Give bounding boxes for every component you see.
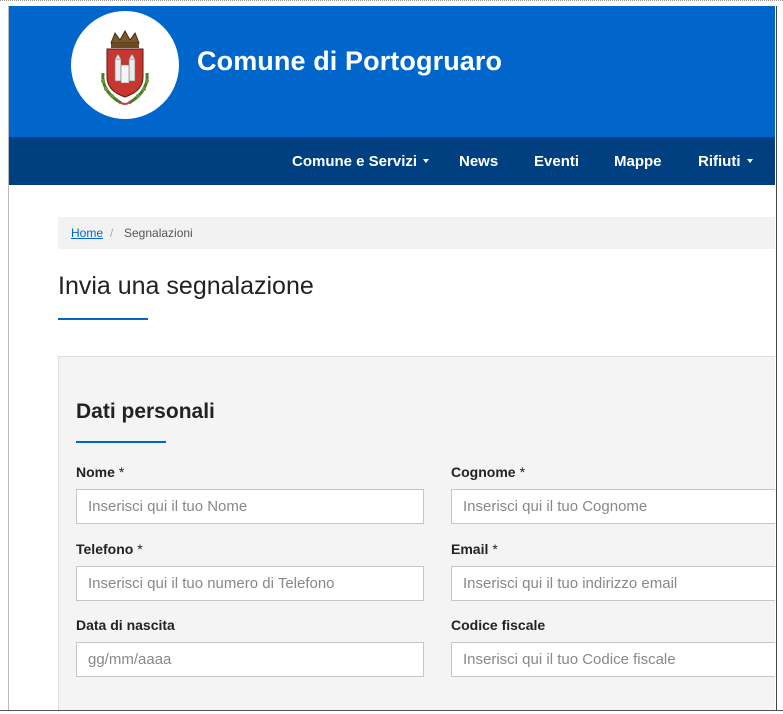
required-marker: * [118, 464, 125, 480]
email-input[interactable] [451, 566, 775, 601]
codice-fiscale-input[interactable] [451, 642, 775, 677]
personal-data-form: Dati personali Nome* Cognome* Telefono* … [58, 356, 775, 710]
title-underline [58, 318, 148, 320]
section-title: Dati personali [76, 400, 215, 423]
nav-item-label: Comune e Servizi [292, 153, 418, 170]
email-label: Email * [451, 541, 498, 557]
caret-down-icon [423, 159, 430, 164]
section-underline [76, 441, 166, 443]
data-nascita-label: Data di nascita [76, 617, 175, 633]
municipality-logo[interactable] [71, 11, 179, 119]
required-marker: * [137, 541, 143, 557]
nav-item-comune-e-servizi[interactable]: Comune e Servizi [292, 153, 430, 170]
screenshot-bottom-edge [0, 710, 783, 714]
required-marker: * [519, 464, 526, 480]
cognome-label-text: Cognome [451, 464, 516, 480]
cognome-input[interactable] [451, 489, 775, 524]
nav-item-label: News [459, 153, 499, 170]
browser-viewport: Comune di Portogruaro Comune e Servizi N… [8, 6, 775, 710]
nav-item-label: Eventi [534, 153, 580, 170]
screenshot-right-edge [776, 6, 777, 710]
caret-down-icon [746, 159, 753, 164]
nome-label: Nome * [76, 464, 124, 480]
nav-item-eventi[interactable]: Eventi [534, 153, 579, 170]
codice-fiscale-label: Codice fiscale [451, 617, 545, 633]
breadcrumb-separator: / [110, 226, 114, 240]
site-title[interactable]: Comune di Portogruaro [197, 46, 502, 77]
telefono-input[interactable] [76, 566, 424, 601]
required-marker: * [492, 541, 498, 557]
email-label-text: Email [451, 541, 489, 557]
site-header: Comune di Portogruaro [9, 6, 775, 137]
codice-fiscale-label-text: Codice fiscale [451, 617, 546, 633]
nome-input[interactable] [76, 489, 424, 524]
nav-item-news[interactable]: News [459, 153, 498, 170]
data-nascita-input[interactable] [76, 642, 424, 677]
main-navigation: Comune e Servizi News Eventi Mappe Rifiu… [9, 137, 775, 185]
telefono-label-text: Telefono [76, 541, 134, 557]
telefono-label: Telefono * [76, 541, 143, 557]
nome-label-text: Nome [76, 464, 115, 480]
breadcrumb-home-link[interactable]: Home [71, 226, 103, 240]
data-nascita-label-text: Data di nascita [76, 617, 175, 633]
nav-item-rifiuti[interactable]: Rifiuti [698, 153, 753, 170]
nav-item-label: Mappe [614, 153, 662, 170]
nav-item-mappe[interactable]: Mappe [614, 153, 662, 170]
cognome-label: Cognome * [451, 464, 525, 480]
breadcrumb: Home / Segnalazioni [58, 217, 775, 249]
nav-item-label: Rifiuti [698, 153, 741, 170]
page-title: Invia una segnalazione [58, 272, 314, 300]
coat-of-arms-icon [101, 29, 149, 105]
breadcrumb-current: Segnalazioni [124, 226, 193, 240]
